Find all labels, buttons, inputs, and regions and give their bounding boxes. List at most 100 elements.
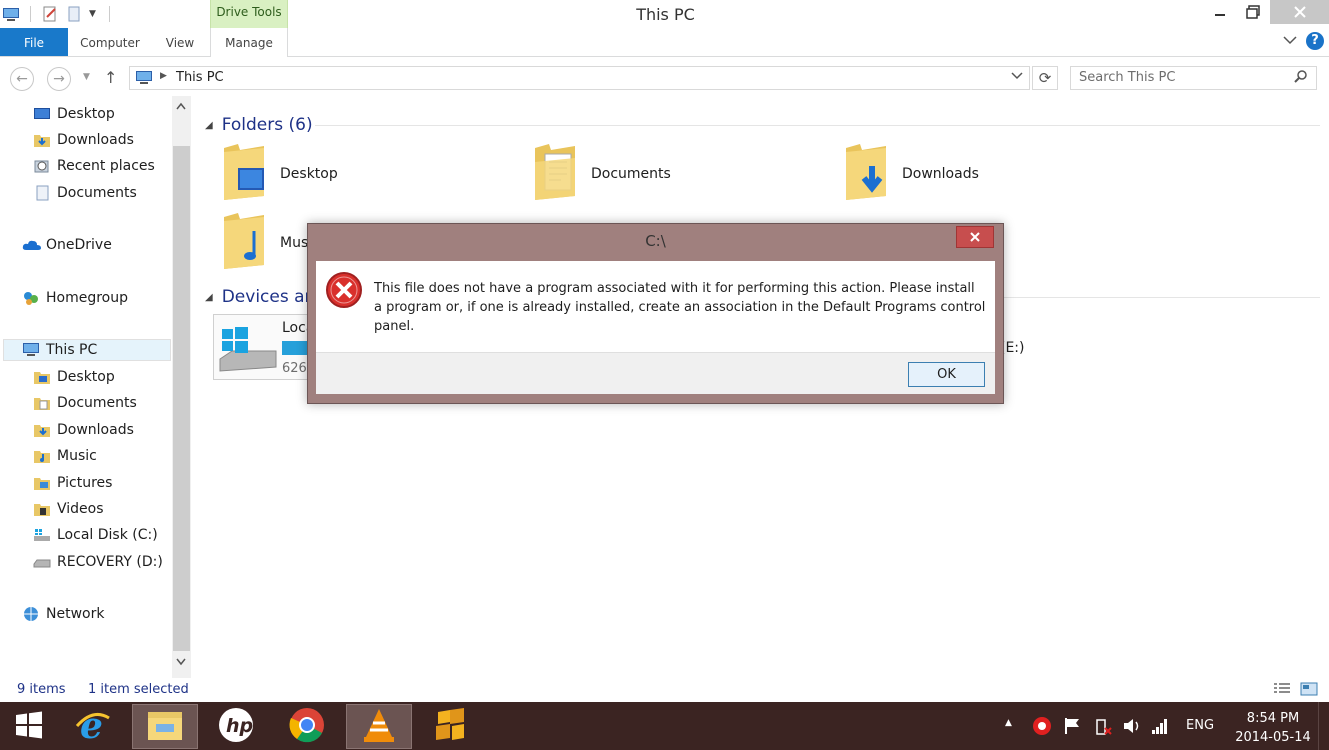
drive-tools-context-tab: Drive Tools (210, 0, 288, 28)
this-pc-icon[interactable] (2, 5, 20, 23)
taskbar-internet-explorer[interactable]: e (60, 704, 126, 749)
folder-tile-downloads[interactable]: Downloads (842, 144, 979, 204)
refresh-button[interactable]: ⟳ (1032, 66, 1058, 90)
large-icons-view-icon[interactable] (1300, 681, 1318, 697)
collapse-triangle-icon[interactable]: ◢ (205, 120, 213, 131)
nav-pane-scrollbar[interactable] (172, 96, 191, 678)
vlc-cone-icon (362, 707, 396, 747)
nav-item-pc-documents[interactable]: Documents (33, 392, 137, 414)
navigation-pane: Desktop Downloads Recent places Document… (0, 96, 192, 678)
group-divider (315, 125, 1320, 126)
scrollbar-thumb[interactable] (173, 146, 190, 651)
nav-item-pc-videos[interactable]: Videos (33, 498, 104, 520)
system-clock[interactable]: 8:54 PM 2014-05-14 (1228, 709, 1318, 747)
customize-toolbar-dropdown-icon[interactable]: ▼ (89, 5, 99, 23)
nav-item-label: Downloads (57, 422, 134, 438)
nav-item-label: Downloads (57, 132, 134, 148)
start-button[interactable] (0, 704, 58, 749)
collapse-triangle-icon[interactable]: ◢ (205, 292, 213, 303)
navigation-bar: ← → ▼ ↑ ▶ This PC ⟳ (0, 60, 1329, 96)
wifi-signal-icon[interactable] (1150, 716, 1170, 740)
folder-label: Desktop (280, 166, 338, 182)
nav-item-documents[interactable]: Documents (33, 182, 137, 204)
folder-tile-music[interactable]: Mus (220, 213, 308, 273)
drive-icon (33, 554, 51, 570)
svg-text:hp: hp (226, 715, 253, 737)
dialog-close-button[interactable] (956, 226, 994, 248)
taskbar-hp[interactable]: hp (203, 704, 269, 749)
input-language-indicator[interactable]: ENG (1186, 718, 1214, 733)
back-button[interactable]: ← (10, 67, 34, 91)
nav-item-homegroup[interactable]: Homegroup (22, 287, 128, 309)
show-hidden-icons-arrow-icon[interactable]: ▲ (1005, 718, 1012, 728)
recent-locations-dropdown-icon[interactable]: ▼ (83, 72, 90, 82)
search-input[interactable] (1079, 70, 1279, 85)
clock-date: 2014-05-14 (1235, 730, 1311, 745)
nav-item-pc-downloads[interactable]: Downloads (33, 419, 134, 441)
ok-button[interactable]: OK (908, 362, 985, 387)
show-desktop-button[interactable] (1318, 702, 1329, 750)
nav-item-pc-local-disk-c[interactable]: Local Disk (C:) (33, 524, 158, 546)
taskbar-vlc[interactable] (346, 704, 412, 749)
address-bar[interactable]: ▶ This PC (129, 66, 1030, 90)
nav-item-pc-pictures[interactable]: Pictures (33, 472, 112, 494)
desktop-icon (33, 106, 51, 122)
this-pc-icon (22, 342, 40, 358)
properties-icon[interactable] (41, 5, 59, 23)
file-explorer-icon (146, 708, 184, 746)
nav-item-label: Documents (57, 185, 137, 201)
folders-group-header[interactable]: ◢ Folders (6) (205, 115, 313, 135)
nav-item-onedrive[interactable]: OneDrive (22, 234, 112, 256)
expand-ribbon-chevron-icon[interactable] (1283, 34, 1297, 48)
nav-item-this-pc[interactable]: This PC (3, 339, 171, 361)
nav-item-label: Documents (57, 395, 137, 411)
volume-icon[interactable] (1122, 716, 1142, 740)
new-folder-icon[interactable] (65, 5, 83, 23)
documents-folder-icon (33, 395, 51, 411)
maximize-button[interactable] (1238, 0, 1268, 24)
folder-tile-desktop[interactable]: Desktop (220, 144, 338, 204)
folder-label: Downloads (902, 166, 979, 182)
nav-item-pc-music[interactable]: Music (33, 445, 97, 467)
power-plugged-icon[interactable] (1093, 716, 1113, 740)
music-folder-icon (33, 448, 51, 464)
folder-tile-documents[interactable]: Documents (531, 144, 671, 204)
breadcrumb-this-pc[interactable]: This PC (176, 70, 224, 85)
scroll-up-arrow-icon[interactable] (176, 102, 186, 113)
toolbar-separator (109, 6, 110, 22)
search-box[interactable] (1070, 66, 1317, 90)
address-dropdown-icon[interactable] (1011, 70, 1023, 84)
tab-manage[interactable]: Manage (210, 28, 288, 57)
nav-item-pc-desktop[interactable]: Desktop (33, 366, 115, 388)
tab-computer[interactable]: Computer (74, 28, 146, 56)
taskbar-file-explorer[interactable] (132, 704, 198, 749)
taskbar-chrome[interactable] (274, 704, 340, 749)
dialog-message: This file does not have a program associ… (374, 281, 986, 334)
taskbar-gamepad-app[interactable] (417, 704, 483, 749)
action-center-flag-icon[interactable] (1063, 716, 1081, 740)
beats-audio-icon[interactable] (1032, 716, 1052, 740)
search-icon[interactable] (1294, 69, 1308, 87)
scroll-down-arrow-icon[interactable] (176, 658, 186, 669)
ribbon: File Computer View Manage ? (0, 28, 1329, 57)
nav-item-desktop[interactable]: Desktop (33, 103, 115, 125)
nav-item-downloads[interactable]: Downloads (33, 129, 134, 151)
forward-button[interactable]: → (47, 67, 71, 91)
breadcrumb-arrow-icon[interactable]: ▶ (160, 71, 167, 81)
recent-places-icon (33, 158, 51, 174)
window-title-wrap: This PC (0, 5, 1329, 24)
music-folder-icon (220, 211, 272, 275)
minimize-button[interactable] (1205, 0, 1235, 24)
help-icon[interactable]: ? (1306, 32, 1324, 50)
dialog-body: This file does not have a program associ… (316, 261, 995, 352)
nav-item-network[interactable]: Network (22, 603, 104, 625)
details-view-icon[interactable] (1273, 681, 1291, 697)
nav-item-pc-recovery-d[interactable]: RECOVERY (D:) (33, 551, 163, 573)
tab-view[interactable]: View (156, 28, 204, 56)
tab-file[interactable]: File (0, 28, 68, 56)
toolbar-separator (30, 6, 31, 22)
item-count: 9 items (17, 682, 66, 697)
close-button[interactable] (1270, 0, 1329, 24)
nav-item-recent-places[interactable]: Recent places (33, 155, 155, 177)
up-arrow-icon[interactable]: ↑ (104, 68, 117, 87)
